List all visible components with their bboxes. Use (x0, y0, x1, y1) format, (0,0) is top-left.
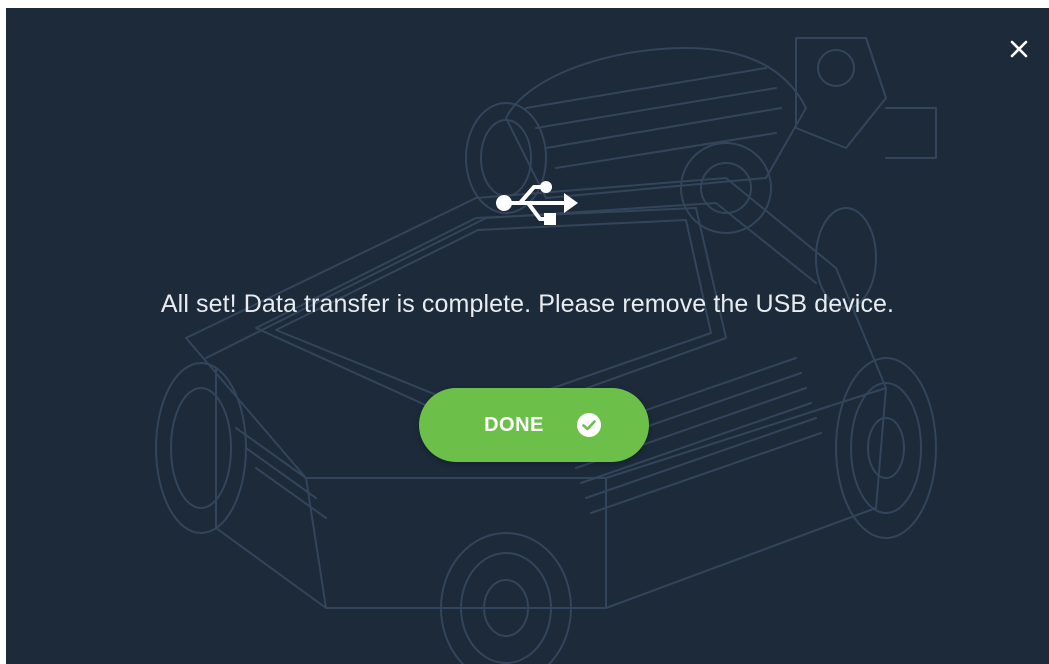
robot-illustration (155, 37, 937, 664)
status-message: All set! Data transfer is complete. Plea… (160, 290, 895, 318)
usb-icon (496, 181, 578, 225)
usb-transfer-complete-screen: All set! Data transfer is complete. Plea… (6, 8, 1049, 664)
close-icon (1010, 40, 1028, 58)
done-button-label: DONE (484, 413, 544, 436)
close-button[interactable] (1004, 34, 1034, 64)
done-button[interactable]: DONE (419, 388, 649, 462)
check-circle-icon (576, 413, 601, 437)
